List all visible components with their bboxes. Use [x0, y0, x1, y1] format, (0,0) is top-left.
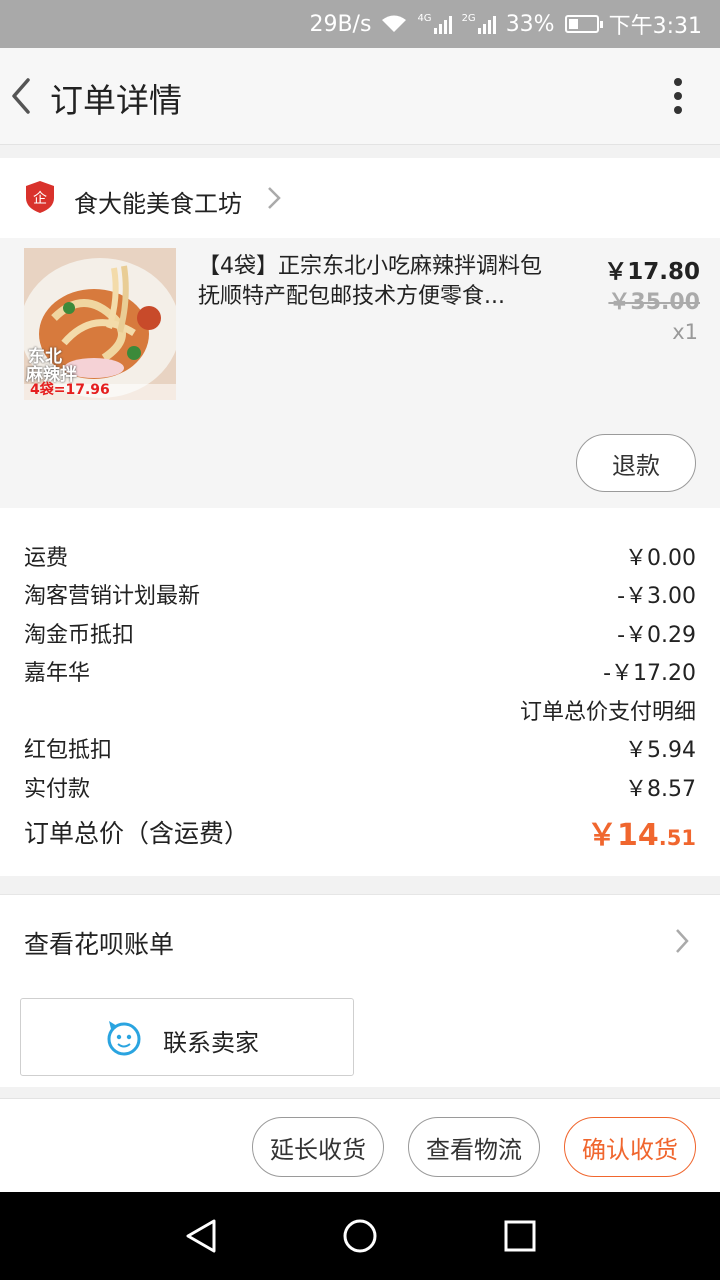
fee-value: -￥17.20: [603, 661, 696, 686]
shop-name: 食大能美食工坊: [74, 190, 242, 218]
chat-face-icon: [107, 1021, 141, 1056]
product-original-price: ￥35.00: [608, 290, 700, 315]
order-total-label: 订单总价（含运费）: [24, 819, 250, 848]
nav-recents-icon[interactable]: [504, 1220, 536, 1252]
huabei-bill-row[interactable]: 查看花呗账单: [0, 894, 720, 988]
payment-detail-link-row: 订单总价支付明细: [24, 691, 696, 729]
cell-signal-icon-2: 2G: [462, 14, 496, 34]
extend-receipt-button[interactable]: 延长收货: [252, 1117, 384, 1177]
order-total-row: 订单总价（含运费） ￥14.51: [24, 810, 696, 854]
fee-value: ￥8.57: [625, 777, 696, 802]
fee-value: ￥0.00: [625, 546, 696, 571]
battery-icon: [564, 15, 603, 33]
refund-button[interactable]: 退款: [576, 434, 696, 492]
product-quantity: x1: [672, 320, 698, 344]
fee-row: 淘客营销计划最新 -￥3.00: [24, 575, 696, 613]
wifi-icon: [382, 15, 407, 32]
app-header: 订单详情: [0, 48, 720, 145]
fee-label: 运费: [24, 546, 69, 571]
shop-badge-icon: 企: [26, 181, 54, 213]
page-title: 订单详情: [50, 81, 182, 120]
cell-signal-icon: 4G: [417, 14, 452, 34]
contact-section: 联系卖家: [0, 987, 720, 1087]
order-total-value: ￥14.51: [587, 818, 696, 853]
product-item[interactable]: 东北 麻辣拌 4袋=17.96 【4袋】正宗东北小吃麻辣拌调料包 抚顺特产配包邮…: [0, 238, 720, 508]
huabei-bill-label: 查看花呗账单: [24, 930, 175, 959]
product-thumbnail[interactable]: 东北 麻辣拌 4袋=17.96: [24, 248, 176, 400]
fee-value: -￥3.00: [617, 584, 696, 609]
status-bar: 29B/s 4G 2G 33% 下午3:31: [0, 0, 720, 48]
nav-home-icon[interactable]: [342, 1218, 378, 1254]
nav-back-icon[interactable]: [184, 1218, 218, 1254]
shop-row[interactable]: 企 食大能美食工坊: [0, 158, 720, 238]
confirm-receipt-button[interactable]: 确认收货: [564, 1117, 696, 1177]
thumb-caption-3: 4袋=17.96: [30, 382, 110, 398]
fee-breakdown: 运费 ￥0.00 淘客营销计划最新 -￥3.00 淘金币抵扣 -￥0.29 嘉年华 -￥…: [0, 508, 720, 876]
view-logistics-button[interactable]: 查看物流: [408, 1117, 540, 1177]
contact-seller-label: 联系卖家: [163, 1029, 259, 1057]
chevron-right-icon: [268, 187, 281, 209]
more-options-icon[interactable]: [666, 76, 690, 116]
fee-label: 红包抵扣: [24, 738, 113, 763]
bottom-action-bar: 延长收货 查看物流 确认收货: [0, 1098, 720, 1193]
svg-text:企: 企: [33, 190, 47, 207]
fee-row: 嘉年华 -￥17.20: [24, 652, 696, 690]
back-arrow-icon[interactable]: [6, 76, 38, 116]
fee-row: 运费 ￥0.00: [24, 537, 696, 575]
fee-label: 实付款: [24, 777, 91, 802]
fee-row: 实付款 ￥8.57: [24, 768, 696, 806]
system-nav-bar: [0, 1192, 720, 1280]
fee-row: 淘金币抵扣 -￥0.29: [24, 614, 696, 652]
product-title[interactable]: 【4袋】正宗东北小吃麻辣拌调料包 抚顺特产配包邮技术方便零食...: [198, 252, 568, 312]
clock: 下午3:31: [608, 14, 702, 39]
net-speed: 29B/s: [309, 11, 372, 37]
payment-detail-link[interactable]: 订单总价支付明细: [520, 694, 696, 726]
fee-label: 淘客营销计划最新: [24, 584, 201, 609]
chevron-right-icon: [676, 929, 689, 953]
battery-percent: 33%: [505, 11, 555, 37]
contact-seller-button[interactable]: 联系卖家: [20, 998, 354, 1076]
fee-row: 红包抵扣 ￥5.94: [24, 729, 696, 767]
fee-label: 嘉年华: [24, 661, 91, 686]
fee-value: -￥0.29: [617, 623, 696, 648]
fee-label: 淘金币抵扣: [24, 623, 135, 648]
fee-value: ￥5.94: [625, 738, 696, 763]
product-price: ￥17.80: [604, 259, 700, 285]
